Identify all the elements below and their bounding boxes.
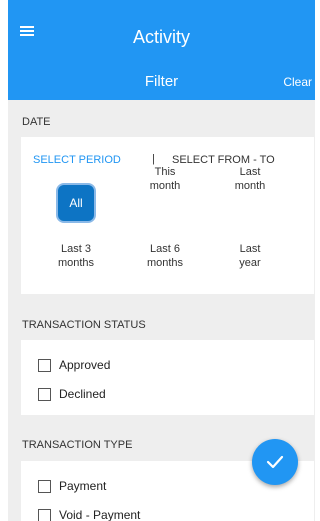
filter-bar: Filter Clear: [8, 70, 315, 92]
period-option-last-6-months[interactable]: Last 6 months: [130, 242, 200, 270]
checkbox-label: Declined: [59, 387, 106, 401]
date-section-label: DATE: [22, 116, 51, 128]
checkbox-icon[interactable]: [38, 359, 51, 372]
checkbox-label: Payment: [59, 479, 107, 493]
period-option-this-month[interactable]: This month: [130, 165, 200, 193]
checkmark-icon: [266, 455, 284, 469]
option-line: month: [149, 180, 181, 192]
option-line: Last: [239, 166, 261, 178]
option-line: year: [239, 257, 261, 269]
tab-separator: |: [152, 153, 155, 165]
filter-title: Filter: [144, 73, 179, 90]
checkbox-icon[interactable]: [38, 388, 51, 401]
checkbox-icon[interactable]: [38, 509, 51, 521]
transaction-status-card: Approved Declined: [21, 340, 314, 415]
date-card: SELECT PERIOD | SELECT FROM - TO All Thi…: [21, 137, 314, 294]
apply-filter-button[interactable]: [252, 439, 298, 485]
app-bar: Activity Filter Clear: [8, 0, 315, 100]
period-option-last-3-months[interactable]: Last 3 months: [41, 242, 111, 270]
period-option-all[interactable]: All: [56, 183, 96, 223]
option-line: Last 3: [61, 243, 91, 255]
period-option-last-year[interactable]: Last year: [215, 242, 285, 270]
page-title: Activity: [132, 27, 190, 47]
option-line: Last 6: [150, 243, 180, 255]
checkbox-label: Void - Payment: [59, 508, 141, 521]
option-line: months: [57, 257, 95, 269]
option-line: Last: [239, 243, 261, 255]
transaction-status-label: TRANSACTION STATUS: [22, 319, 146, 331]
app-frame: Activity Filter Clear DATE SELECT PERIOD…: [8, 0, 315, 521]
option-line: months: [146, 257, 184, 269]
option-line: month: [234, 180, 266, 192]
period-option-last-month[interactable]: Last month: [215, 165, 285, 193]
transaction-type-label: TRANSACTION TYPE: [22, 439, 133, 451]
tab-select-period[interactable]: SELECT PERIOD: [33, 154, 121, 166]
checkbox-icon[interactable]: [38, 480, 51, 493]
clear-button[interactable]: Clear: [283, 75, 312, 89]
checkbox-label: Approved: [59, 358, 111, 372]
option-line: This: [154, 166, 176, 178]
